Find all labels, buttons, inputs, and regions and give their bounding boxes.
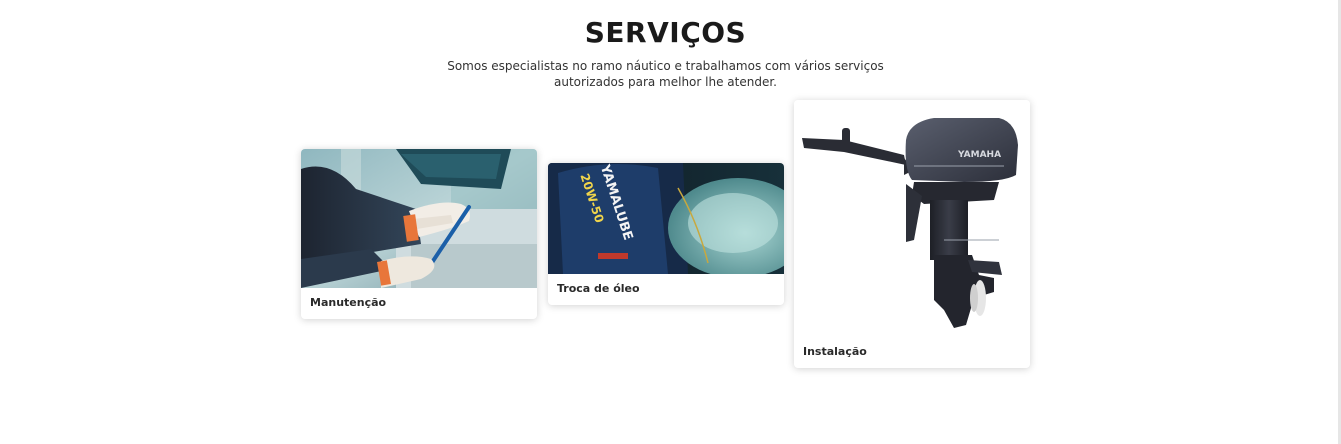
oil-change-photo: YAMALUBE 20W-50	[548, 163, 784, 274]
service-card-oil-change[interactable]: YAMALUBE 20W-50 Troca de óleo	[548, 163, 784, 305]
section-subtitle: Somos especialistas no ramo náutico e tr…	[447, 59, 884, 89]
yamaha-logo-text: YAMAHA	[957, 150, 1001, 160]
service-card-maintenance[interactable]: Manutenção	[301, 149, 537, 319]
service-card-label: Troca de óleo	[557, 282, 640, 295]
service-card-label: Manutenção	[310, 296, 387, 309]
maintenance-photo	[301, 149, 537, 288]
section-title: SERVIÇOS	[584, 16, 747, 49]
services-section: SERVIÇOS Somos especialistas no ramo náu…	[0, 0, 1341, 444]
installation-photo: YAMAHA	[794, 100, 1030, 336]
service-card-label: Instalação	[803, 345, 867, 358]
service-card-installation[interactable]: YAMAHA Instalação	[794, 100, 1030, 368]
